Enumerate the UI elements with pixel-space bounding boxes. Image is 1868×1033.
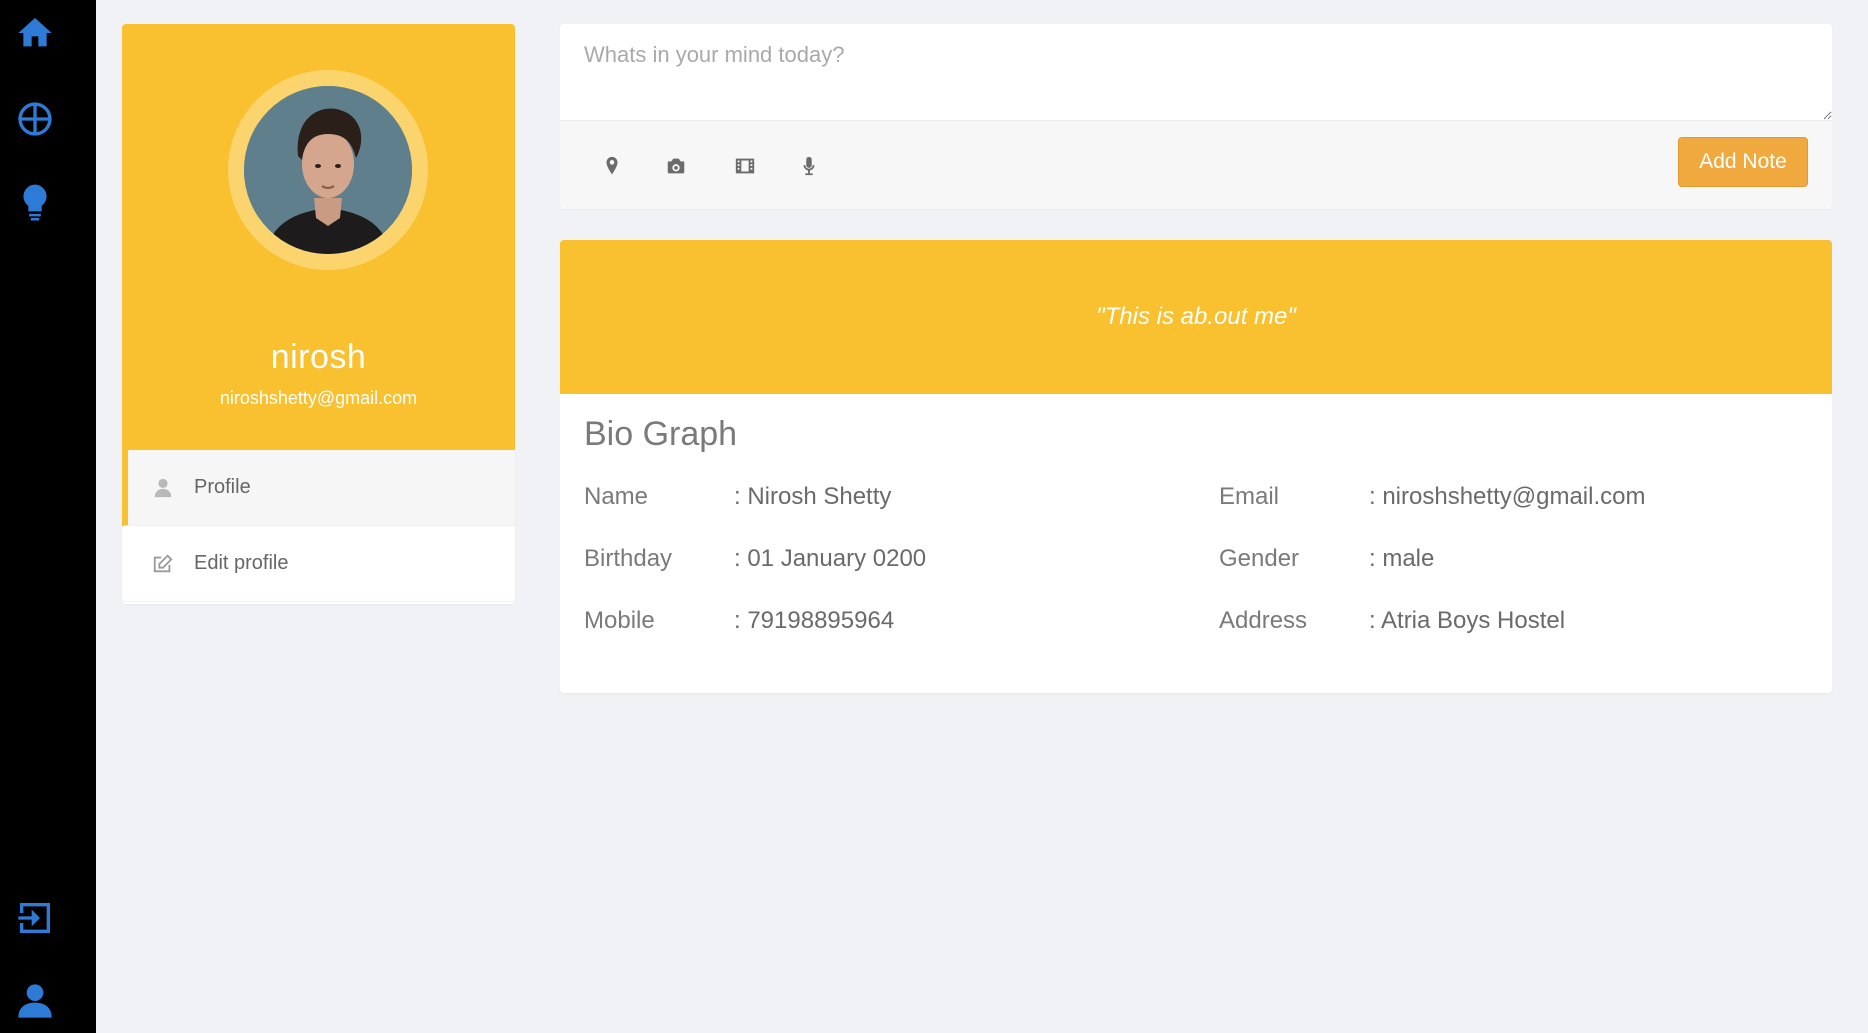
composer-toolbar: Add Note [560, 120, 1832, 209]
field-label: Birthday [584, 545, 673, 572]
field-label: Gender [1219, 545, 1300, 572]
sidebar-rail [0, 0, 96, 1033]
profile-name: nirosh [270, 338, 367, 376]
lightbulb-icon[interactable] [12, 180, 58, 226]
microphone-icon[interactable] [794, 151, 824, 181]
bio-title: Bio Graph [584, 415, 738, 453]
bio-card: "This is ab.out me" Bio Graph Name : Nir… [560, 240, 1832, 693]
bio-quote: "This is ab.out me" [560, 240, 1832, 394]
field-label: Name [584, 483, 649, 510]
field-label: Email [1219, 483, 1280, 510]
user-icon[interactable] [12, 978, 58, 1024]
field-value: : Atria Boys Hostel [1369, 607, 1566, 634]
add-note-button[interactable]: Add Note [1678, 137, 1808, 187]
menu-item-label: Edit profile [194, 552, 289, 574]
profile-card: nirosh niroshshetty@gmail.com Profile Ed… [122, 24, 515, 604]
avatar-ring [228, 70, 428, 270]
user-icon [150, 475, 176, 501]
profile-email: niroshshetty@gmail.com [219, 388, 418, 408]
logout-icon[interactable] [12, 895, 58, 941]
menu-item-label: Profile [194, 476, 251, 498]
location-icon[interactable] [597, 151, 627, 181]
menu-item-profile[interactable]: Profile [122, 450, 515, 526]
field-value: : niroshshetty@gmail.com [1369, 483, 1646, 510]
dashboard-icon[interactable] [12, 96, 58, 142]
camera-icon[interactable] [661, 151, 691, 181]
menu-item-edit-profile[interactable]: Edit profile [122, 526, 515, 602]
post-composer: Add Note [560, 24, 1832, 209]
field-value: : Nirosh Shetty [734, 483, 892, 510]
film-icon[interactable] [730, 151, 760, 181]
profile-header: nirosh niroshshetty@gmail.com [122, 24, 515, 450]
field-label: Mobile [584, 607, 655, 634]
edit-icon [150, 551, 176, 577]
home-icon[interactable] [12, 10, 58, 56]
note-input[interactable] [560, 24, 1832, 120]
field-value: : male [1369, 545, 1435, 572]
field-label: Address [1219, 607, 1308, 634]
avatar [244, 86, 412, 254]
avatar-photo [244, 86, 412, 254]
field-value: : 79198895964 [734, 607, 895, 634]
field-value: : 01 January 0200 [734, 545, 927, 572]
